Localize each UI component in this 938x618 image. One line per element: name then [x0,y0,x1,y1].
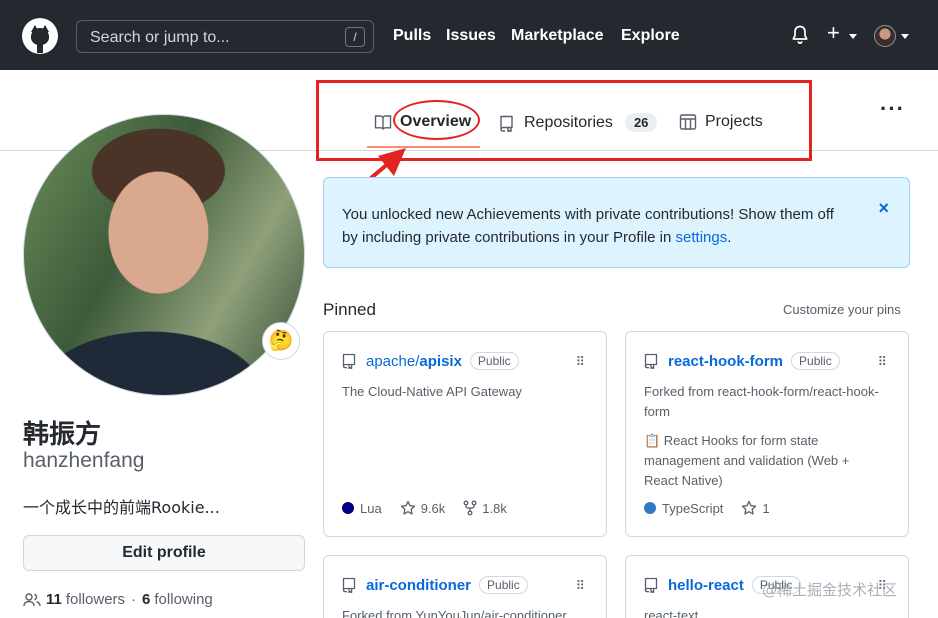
chevron-down-icon [901,34,909,39]
pinned-repo-card: air-conditioner Public ⠿ Forked from Yun… [323,555,607,618]
profile-username: hanzhenfang [23,449,145,472]
people-icon [23,592,41,606]
follow-stats: 11 followers · 6 following [23,591,213,608]
watermark: @稀土掘金技术社区 [762,581,898,599]
repo-fork-source: Forked from YunYouJun/air-conditioner [342,608,567,618]
profile-bio: 一个成长中的前端Rookie... [23,498,220,517]
bell-icon[interactable] [791,25,809,45]
visibility-badge: Public [469,352,519,370]
global-header: Search or jump to... / Pulls Issues Mark… [0,0,938,70]
followers-count[interactable]: 11 [46,591,62,608]
star-icon [400,500,415,515]
repo-icon [342,577,356,593]
nav-pulls[interactable]: Pulls [393,27,431,45]
stars-count: 1 [762,500,770,516]
stars-count: 9.6k [420,500,446,516]
repo-icon [644,353,658,369]
language-label: TypeScript [662,500,724,516]
repo-icon [644,577,658,593]
banner-text: You unlocked new Achievements with priva… [342,206,834,246]
pinned-repo-card: react-hook-form Public ⠿ Forked from rea… [625,331,909,537]
search-shortcut-key: / [345,27,365,47]
language-color-dot [342,502,354,514]
more-options-button[interactable]: ··· [880,96,905,122]
search-input[interactable]: Search or jump to... / [76,20,374,53]
github-logo-icon[interactable] [22,18,58,54]
repo-forks[interactable]: 1.8k [463,500,507,516]
banner-text-end: . [727,229,732,246]
repo-name-link[interactable]: air-conditioner [366,577,471,594]
following-count[interactable]: 6 [142,591,150,608]
status-emoji-button[interactable]: 🤔 [262,322,300,360]
profile-full-name: 韩振方 [23,420,102,450]
chevron-down-icon [849,34,857,39]
nav-marketplace[interactable]: Marketplace [511,27,604,45]
repo-name-link[interactable]: hello-react [668,577,744,594]
profile-avatar[interactable] [23,114,305,396]
repo-stars[interactable]: 1 [741,500,770,516]
repo-fork-source: Forked from react-hook-form/react-hook-f… [644,384,879,419]
customize-pins-link[interactable]: Customize your pins [783,302,901,317]
repo-name: apisix [419,352,462,370]
annotation-circle [393,100,480,140]
settings-link[interactable]: settings [676,229,728,246]
create-new-button[interactable]: + [827,22,840,44]
edit-profile-button[interactable]: Edit profile [23,535,305,571]
visibility-badge: Public [479,576,528,594]
header-avatar[interactable] [874,25,896,47]
pinned-heading: Pinned [323,300,376,319]
close-icon[interactable]: × [878,198,889,219]
repo-description: The Cloud-Native API Gateway [342,384,522,399]
repo-icon [342,353,356,369]
repo-language: Lua [342,501,382,516]
repo-name-link[interactable]: apache/apisix [366,353,462,370]
forks-count: 1.8k [482,500,507,516]
repo-description: react-text [644,608,699,618]
fork-icon [463,500,477,516]
repo-name-link[interactable]: react-hook-form [668,353,783,370]
language-label: Lua [360,500,382,516]
repo-stars[interactable]: 9.6k [400,500,446,516]
follow-separator: · [131,591,137,608]
nav-explore[interactable]: Explore [621,27,680,45]
nav-issues[interactable]: Issues [446,27,496,45]
search-placeholder: Search or jump to... [90,29,230,46]
followers-label[interactable]: followers [66,591,125,608]
drag-handle-icon[interactable]: ⠿ [877,354,886,370]
star-icon [742,500,757,515]
repo-language: TypeScript [644,501,723,516]
repo-owner: apache/ [366,352,420,370]
drag-handle-icon[interactable]: ⠿ [575,578,584,594]
pinned-repo-card: apache/apisix Public ⠿ The Cloud-Native … [323,331,607,537]
repo-description: 📋 React Hooks for form state management … [644,433,850,488]
drag-handle-icon[interactable]: ⠿ [575,354,584,370]
visibility-badge: Public [791,352,840,370]
banner-message: You unlocked new Achievements with priva… [342,203,842,249]
achievements-banner: You unlocked new Achievements with priva… [323,177,910,268]
language-color-dot [644,502,656,514]
following-label[interactable]: following [154,591,212,608]
